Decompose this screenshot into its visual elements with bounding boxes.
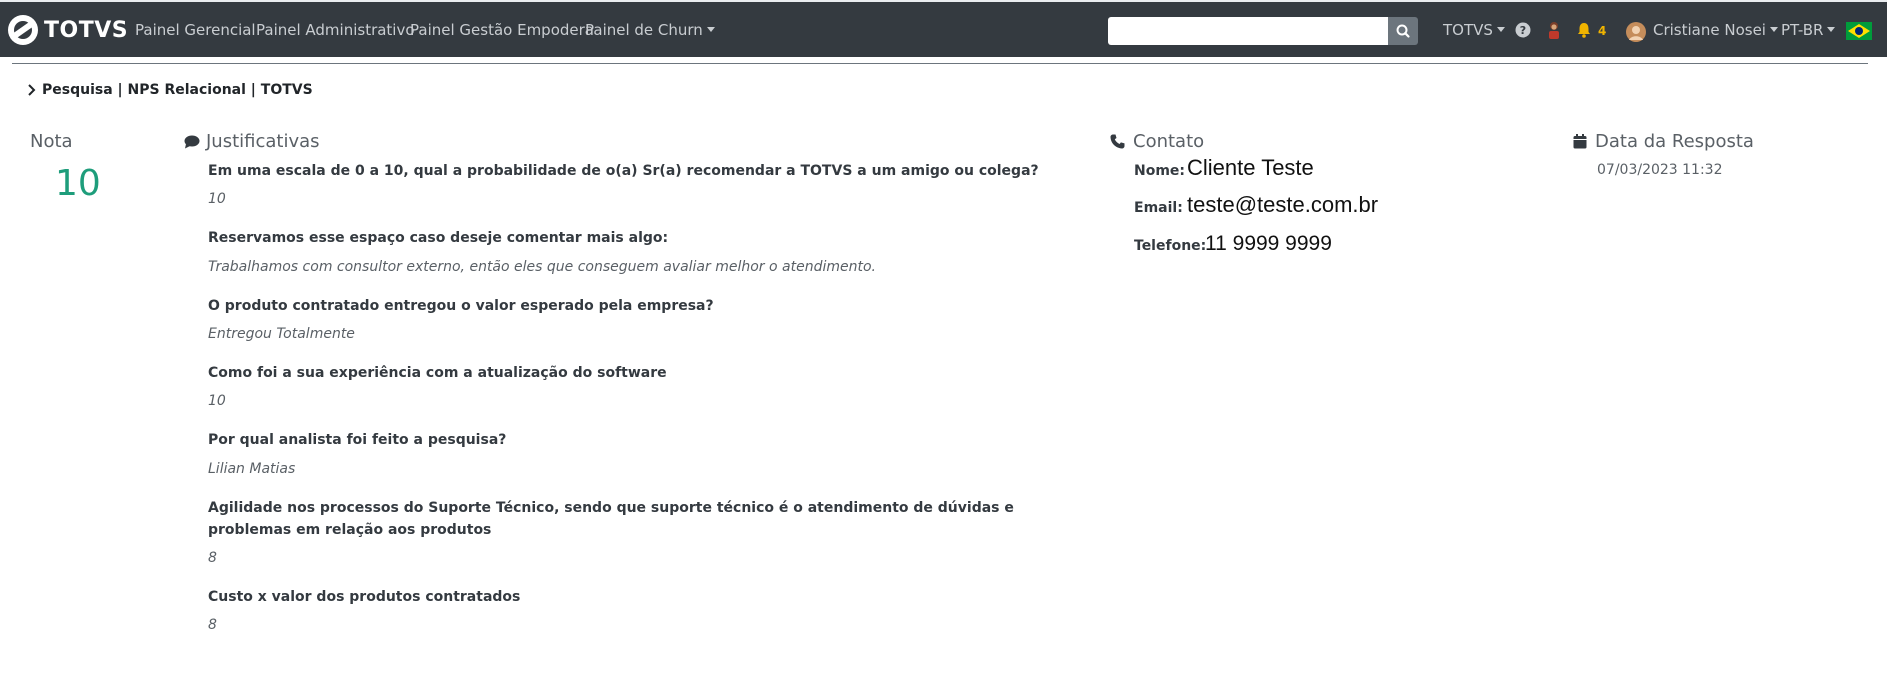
top-navbar: TOTVS Painel Gerencial Painel Administra… bbox=[0, 0, 1887, 57]
totvs-logo[interactable]: TOTVS bbox=[8, 14, 128, 46]
nav-painel-gerencial[interactable]: Painel Gerencial bbox=[135, 21, 256, 39]
data-resposta-section-title: Data da Resposta bbox=[1573, 131, 1754, 152]
answer-7: 8 bbox=[208, 617, 217, 629]
justificativas-section-title: Justificativas bbox=[184, 131, 320, 152]
contact-name: Cliente Teste bbox=[1187, 155, 1314, 180]
question-2: Reservamos esse espaço caso deseje comen… bbox=[208, 230, 669, 246]
contact-email-label: Email: bbox=[1134, 200, 1183, 216]
breadcrumb: Pesquisa | NPS Relacional | TOTVS bbox=[26, 82, 313, 98]
nota-title: Nota bbox=[30, 131, 73, 152]
header-divider bbox=[12, 63, 1868, 64]
brazil-flag-icon[interactable] bbox=[1846, 22, 1872, 40]
answer-2: Trabalhamos com consultor externo, então… bbox=[208, 259, 876, 275]
org-dropdown[interactable]: TOTVS bbox=[1443, 21, 1505, 39]
nota-section-title: Nota bbox=[30, 131, 73, 152]
search-icon bbox=[1396, 24, 1410, 38]
svg-text:?: ? bbox=[1520, 24, 1526, 37]
nota-score: 10 bbox=[55, 163, 101, 204]
question-1: Em uma escala de 0 a 10, qual a probabil… bbox=[208, 163, 1039, 179]
question-7: Custo x valor dos produtos contratados bbox=[208, 589, 521, 605]
comment-icon bbox=[184, 135, 200, 148]
question-3: O produto contratado entregou o valor es… bbox=[208, 298, 714, 314]
contato-section-title: Contato bbox=[1110, 131, 1204, 152]
answer-1: 10 bbox=[208, 191, 226, 207]
chevron-right-icon bbox=[28, 84, 36, 96]
user-avatar[interactable] bbox=[1626, 22, 1646, 42]
language-dropdown[interactable]: PT-BR bbox=[1781, 21, 1835, 39]
bell-icon[interactable] bbox=[1577, 22, 1591, 38]
contact-phone-label: Telefone: bbox=[1134, 238, 1207, 254]
nav-painel-administrativo[interactable]: Painel Administrativo bbox=[256, 21, 415, 39]
phone-icon bbox=[1110, 134, 1125, 149]
search-input[interactable] bbox=[1108, 17, 1388, 45]
totvs-logo-icon bbox=[8, 15, 38, 45]
user-name: Cristiane Nosei bbox=[1653, 21, 1766, 39]
nav-painel-de-churn-label: Painel de Churn bbox=[585, 21, 703, 39]
brand-name: TOTVS bbox=[44, 17, 129, 43]
search-button[interactable] bbox=[1388, 17, 1418, 45]
contact-name-label: Nome: bbox=[1134, 163, 1186, 179]
avatar-figure-icon[interactable] bbox=[1546, 21, 1562, 40]
org-label: TOTVS bbox=[1443, 21, 1493, 39]
answer-6: 8 bbox=[208, 550, 217, 566]
answer-5: Lilian Matias bbox=[208, 461, 296, 477]
answer-4: 10 bbox=[208, 393, 226, 409]
answer-3: Entregou Totalmente bbox=[208, 326, 355, 342]
breadcrumb-label: Pesquisa | NPS Relacional | TOTVS bbox=[42, 82, 313, 98]
contact-email: teste@teste.com.br bbox=[1187, 192, 1379, 217]
user-menu-dropdown[interactable]: Cristiane Nosei bbox=[1653, 21, 1778, 39]
response-date: 07/03/2023 11:32 bbox=[1597, 162, 1723, 178]
question-4: Como foi a sua experiência com a atualiz… bbox=[208, 365, 667, 381]
calendar-icon bbox=[1573, 134, 1587, 149]
nav-painel-gestao-empodera[interactable]: Painel Gestão Empodera bbox=[410, 21, 594, 39]
justificativas-title: Justificativas bbox=[206, 131, 320, 152]
contato-title: Contato bbox=[1133, 131, 1205, 152]
answer-7-clip: 8 bbox=[208, 617, 217, 629]
data-resposta-title: Data da Resposta bbox=[1595, 131, 1754, 152]
nav-painel-de-churn-dropdown[interactable]: Painel de Churn bbox=[585, 21, 715, 39]
help-icon[interactable]: ? bbox=[1515, 22, 1531, 38]
contact-phone: 11 9999 9999 bbox=[1205, 232, 1332, 255]
language-label: PT-BR bbox=[1781, 21, 1824, 39]
question-6: Agilidade nos processos do Suporte Técni… bbox=[208, 500, 1014, 538]
question-5: Por qual analista foi feito a pesquisa? bbox=[208, 432, 507, 448]
notifications-count: 4 bbox=[1598, 24, 1607, 38]
